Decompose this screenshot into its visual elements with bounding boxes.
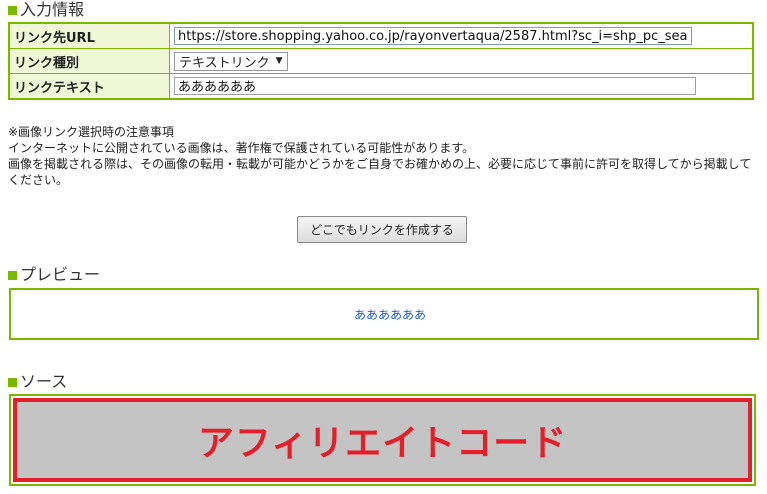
preview-box: ああああああ [9, 288, 759, 340]
link-type-selected-value: テキストリンク [179, 55, 270, 71]
green-square-icon [8, 5, 17, 15]
section-title-input-info: 入力情報 [8, 0, 84, 20]
notes-line: インターネットに公開されている画像は、著作権で保護されている可能性があります。 [8, 141, 475, 155]
triangle-down-icon: ▼ [275, 56, 283, 66]
input-form-table: リンク先URL リンク種別 テキストリンク ▼ リンクテキスト [8, 22, 754, 100]
source-code-box: アフィリエイトコード [9, 394, 756, 486]
section-title-text: ソース [20, 372, 68, 391]
url-label: リンク先URL [8, 22, 170, 49]
green-square-icon [8, 270, 17, 280]
preview-link[interactable]: ああああああ [342, 306, 426, 323]
link-type-select[interactable]: テキストリンク ▼ [174, 51, 288, 71]
green-square-icon [8, 377, 17, 387]
notes-heading: ※画像リンク選択時の注意事項 [8, 125, 175, 139]
section-title-text: プレビュー [20, 265, 101, 284]
section-title-preview: プレビュー [8, 265, 100, 285]
section-title-source: ソース [8, 372, 67, 392]
image-link-notes: ※画像リンク選択時の注意事項 インターネットに公開されている画像は、著作権で保護… [8, 124, 760, 188]
affiliate-code-label: アフィリエイトコード [197, 423, 568, 464]
url-input[interactable] [174, 27, 692, 45]
affiliate-code-area[interactable]: アフィリエイトコード [13, 398, 752, 482]
section-title-text: 入力情報 [20, 0, 85, 19]
create-link-button[interactable]: どこでもリンクを作成する [297, 216, 467, 243]
link-type-cell: テキストリンク ▼ [169, 48, 754, 74]
link-text-label: リンクテキスト [8, 73, 170, 100]
link-text-cell [169, 73, 754, 100]
table-row: リンク先URL [8, 22, 754, 49]
link-type-label: リンク種別 [8, 48, 170, 74]
url-cell [169, 22, 754, 49]
table-row: リンク種別 テキストリンク ▼ [8, 48, 754, 74]
table-row: リンクテキスト [8, 73, 754, 100]
notes-line: 画像を掲載される際は、その画像の転用・転載が可能かどうかをご自身でお確かめの上、… [8, 157, 752, 187]
link-text-input[interactable] [174, 76, 696, 95]
